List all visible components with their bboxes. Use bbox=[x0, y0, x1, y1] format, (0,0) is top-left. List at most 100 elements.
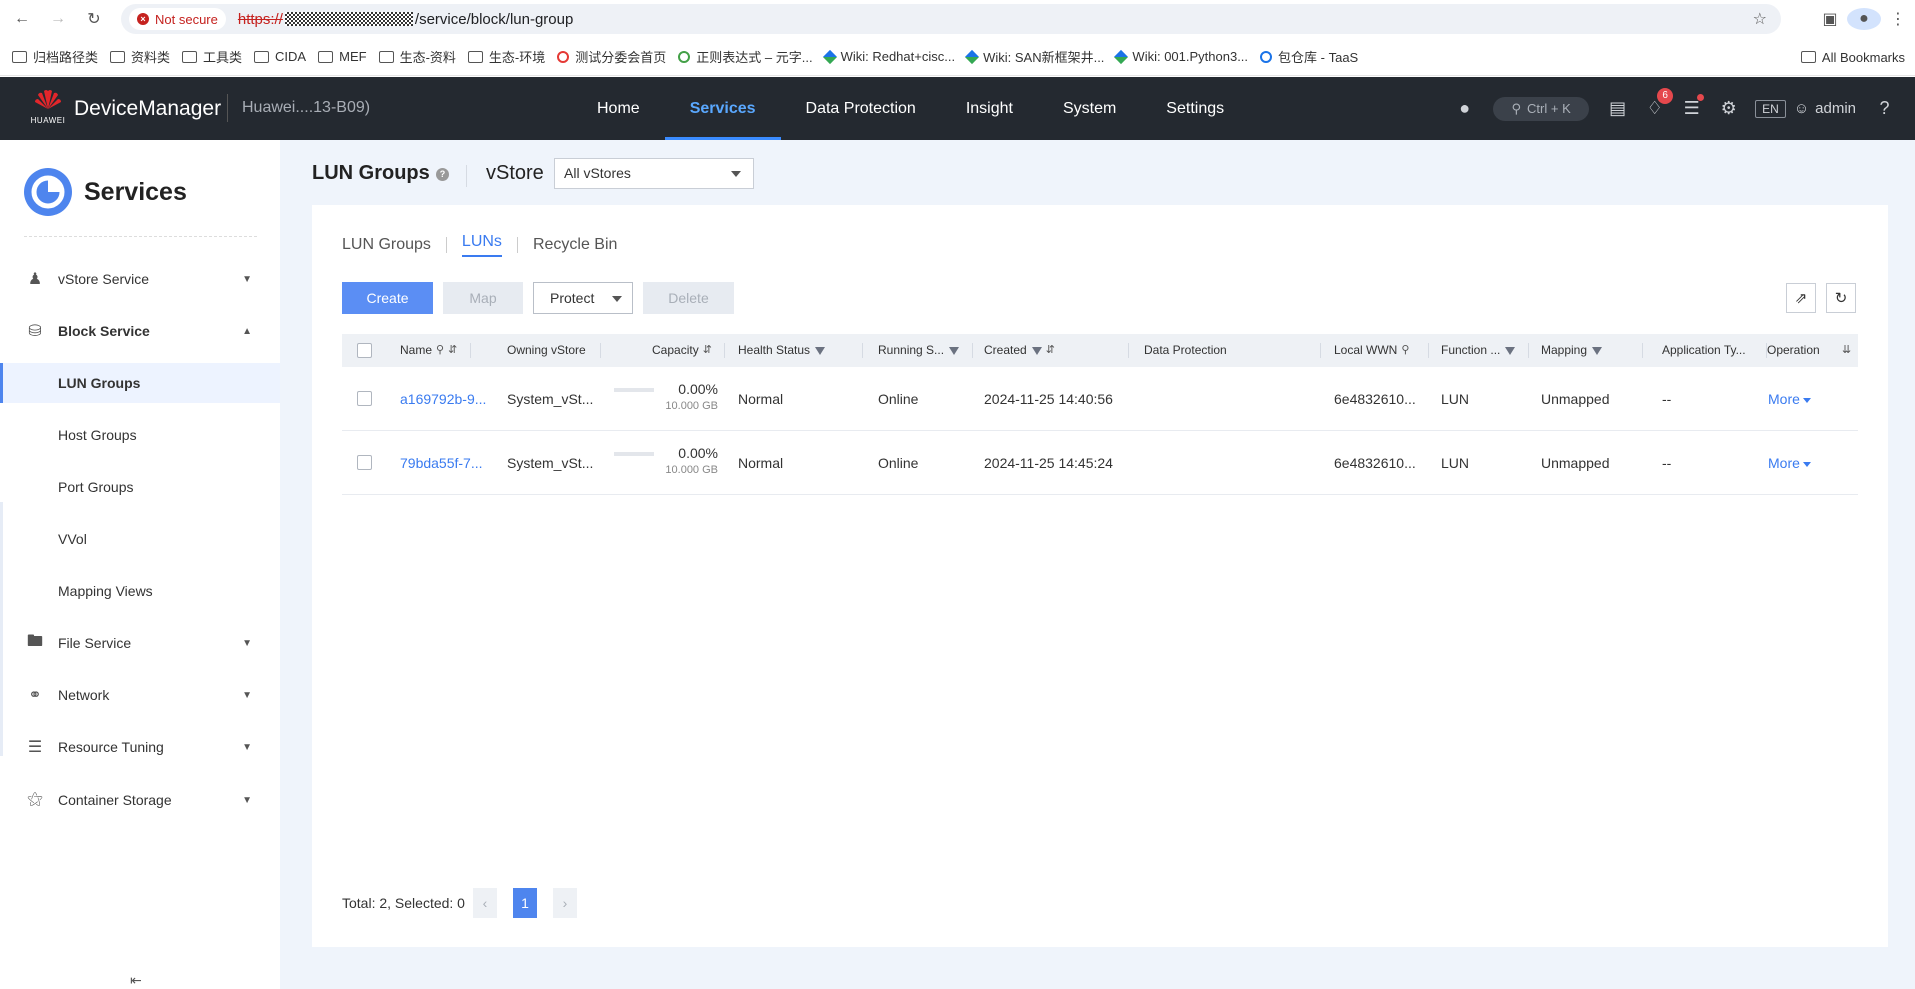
column-health-status[interactable]: Health Status bbox=[738, 334, 826, 367]
owning-vstore: System_vSt... bbox=[507, 391, 594, 407]
bookmark-item[interactable]: 资料类 bbox=[110, 47, 170, 66]
bookmark-item[interactable]: 生态-环境 bbox=[467, 47, 545, 66]
sidebar-item-resource-tuning[interactable]: ☰ Resource Tuning ▼ bbox=[0, 727, 280, 767]
tasks-icon[interactable]: ▤ bbox=[1599, 98, 1636, 119]
nav-home[interactable]: Home bbox=[572, 77, 665, 140]
vstore-select[interactable]: All vStores bbox=[554, 158, 754, 189]
row-checkbox[interactable] bbox=[357, 391, 372, 406]
page-number[interactable]: 1 bbox=[512, 888, 537, 918]
bookmark-item[interactable]: Wiki: SAN新框架井... bbox=[965, 47, 1104, 66]
bookmark-item[interactable]: Wiki: 001.Python3... bbox=[1114, 49, 1248, 64]
nav-services[interactable]: Services bbox=[664, 77, 781, 140]
column-settings-icon[interactable]: ⇊ bbox=[1842, 334, 1851, 367]
table-row[interactable]: 79bda55f-7... System_vSt... 0.00% 10.000… bbox=[342, 431, 1858, 495]
sidebar-item-vvol[interactable]: VVol bbox=[0, 519, 280, 559]
sidebar-item-container-storage[interactable]: ⚝ Container Storage ▼ bbox=[0, 780, 280, 820]
back-icon[interactable]: ← bbox=[8, 5, 36, 33]
sidebar-item-mapping-views[interactable]: Mapping Views bbox=[0, 571, 280, 611]
filter-icon[interactable] bbox=[949, 346, 960, 355]
column-running-status[interactable]: Running S... bbox=[878, 334, 960, 367]
lun-name-link[interactable]: 79bda55f-7... bbox=[400, 431, 483, 495]
nav-settings[interactable]: Settings bbox=[1141, 77, 1249, 140]
create-button[interactable]: Create bbox=[342, 282, 433, 314]
created-time: 2024-11-25 14:40:56 bbox=[984, 391, 1113, 407]
sort-icon[interactable]: ⇵ bbox=[1046, 334, 1055, 367]
delete-button[interactable]: Delete bbox=[643, 282, 734, 314]
bookmark-item[interactable]: 包仓库 - TaaS bbox=[1260, 47, 1358, 66]
language-switch[interactable]: EN bbox=[1755, 99, 1786, 118]
search-icon[interactable]: ⚲ bbox=[1401, 334, 1409, 367]
vstore-value: All vStores bbox=[564, 165, 631, 181]
more-dropdown[interactable]: More bbox=[1768, 367, 1811, 431]
filter-icon[interactable] bbox=[815, 346, 826, 355]
assistant-icon[interactable]: ● bbox=[1446, 98, 1483, 119]
capacity-cell: 0.00% 10.000 GB bbox=[642, 431, 718, 495]
sidebar-item-port-groups[interactable]: Port Groups bbox=[0, 467, 280, 507]
column-function[interactable]: Function ... bbox=[1441, 334, 1516, 367]
extensions-icon[interactable]: ▣ bbox=[1813, 9, 1847, 29]
column-local-wwn[interactable]: Local WWN ⚲ bbox=[1334, 334, 1409, 367]
more-dropdown[interactable]: More bbox=[1768, 431, 1811, 495]
all-bookmarks[interactable]: All Bookmarks bbox=[1800, 38, 1905, 76]
help-icon[interactable]: ? bbox=[436, 168, 449, 181]
lun-name-link[interactable]: a169792b-9... bbox=[400, 367, 486, 431]
sidebar-item-network[interactable]: ⚭ Network ▼ bbox=[0, 675, 280, 715]
sidebar-item-file-service[interactable]: 🖿 File Service ▼ bbox=[0, 623, 280, 663]
row-checkbox[interactable] bbox=[357, 455, 372, 470]
sidebar-item-block-service[interactable]: ⛁ Block Service ▲ bbox=[0, 311, 280, 351]
alarm-bell-icon[interactable]: ♢ 6 bbox=[1636, 88, 1674, 119]
sort-icon[interactable]: ⇵ bbox=[448, 334, 457, 367]
filter-icon[interactable] bbox=[1031, 346, 1042, 355]
help-icon[interactable]: ? bbox=[1866, 98, 1903, 119]
column-mapping[interactable]: Mapping bbox=[1541, 334, 1603, 367]
global-search[interactable]: ⚲ Ctrl + K bbox=[1493, 96, 1590, 121]
table-row[interactable]: a169792b-9... System_vSt... 0.00% 10.000… bbox=[342, 367, 1858, 431]
sidebar-item-vstore-service[interactable]: ♟ vStore Service ▼ bbox=[0, 259, 280, 299]
folder-icon: 🖿 bbox=[26, 632, 43, 650]
bookmark-item[interactable]: CIDA bbox=[254, 49, 306, 64]
tab-luns[interactable]: LUNs bbox=[461, 233, 502, 257]
tab-recycle-bin[interactable]: Recycle Bin bbox=[533, 236, 617, 254]
bookmark-star-icon[interactable]: ☆ bbox=[1753, 9, 1767, 29]
sort-icon[interactable]: ⇵ bbox=[703, 334, 712, 367]
protect-dropdown[interactable]: Protect bbox=[533, 282, 633, 314]
nav-data-protection[interactable]: Data Protection bbox=[781, 77, 941, 140]
folder-icon bbox=[378, 50, 394, 63]
gear-icon[interactable]: ⚙ bbox=[1710, 98, 1747, 119]
column-created[interactable]: Created ⇵ bbox=[984, 334, 1055, 367]
bookmark-item[interactable]: MEF bbox=[318, 49, 367, 64]
bookmark-item[interactable]: Wiki: Redhat+cisc... bbox=[822, 49, 955, 64]
nav-system[interactable]: System bbox=[1038, 77, 1141, 140]
bookmark-item[interactable]: 归档路径类 bbox=[12, 47, 98, 66]
bookmark-item[interactable]: 工具类 bbox=[182, 47, 242, 66]
huawei-logo[interactable]: HUAWEI bbox=[28, 89, 68, 129]
column-capacity[interactable]: Capacity ⇵ bbox=[652, 334, 712, 367]
next-page-icon[interactable]: › bbox=[552, 888, 577, 918]
user-menu[interactable]: ☺ admin bbox=[1794, 100, 1856, 117]
bookmark-item[interactable]: 正则表达式 – 元字... bbox=[678, 47, 813, 66]
filter-icon[interactable] bbox=[1505, 346, 1516, 355]
sidebar-item-host-groups[interactable]: Host Groups bbox=[0, 415, 280, 455]
search-icon[interactable]: ⚲ bbox=[436, 334, 444, 367]
profile-icon[interactable]: ● bbox=[1847, 8, 1881, 30]
address-bar[interactable]: × Not secure https:// /service/block/lun… bbox=[121, 4, 1781, 34]
collapse-sidebar-icon[interactable]: ⇤ bbox=[130, 972, 142, 989]
refresh-icon[interactable]: ↻ bbox=[1826, 283, 1856, 313]
tab-lun-groups[interactable]: LUN Groups bbox=[342, 236, 431, 254]
browser-menu-icon[interactable]: ⋮ bbox=[1881, 9, 1915, 29]
bookmark-item[interactable]: 生态-资料 bbox=[378, 47, 456, 66]
services-icon bbox=[24, 168, 72, 216]
bookmark-item[interactable]: 测试分委会首页 bbox=[557, 47, 666, 66]
map-button[interactable]: Map bbox=[443, 282, 523, 314]
nav-insight[interactable]: Insight bbox=[941, 77, 1038, 140]
select-all-checkbox[interactable] bbox=[357, 343, 372, 358]
reload-icon[interactable]: ↻ bbox=[80, 5, 108, 33]
prev-page-icon[interactable]: ‹ bbox=[472, 888, 497, 918]
filter-icon[interactable] bbox=[1592, 346, 1603, 355]
sidebar-item-lun-groups[interactable]: LUN Groups bbox=[0, 363, 280, 403]
notes-icon[interactable]: ☰ bbox=[1673, 94, 1710, 119]
security-chip[interactable]: × Not secure bbox=[129, 8, 226, 30]
export-icon[interactable]: ⇗ bbox=[1786, 283, 1816, 313]
column-name[interactable]: Name ⚲ ⇵ bbox=[400, 334, 457, 367]
forward-icon[interactable]: → bbox=[44, 5, 72, 33]
